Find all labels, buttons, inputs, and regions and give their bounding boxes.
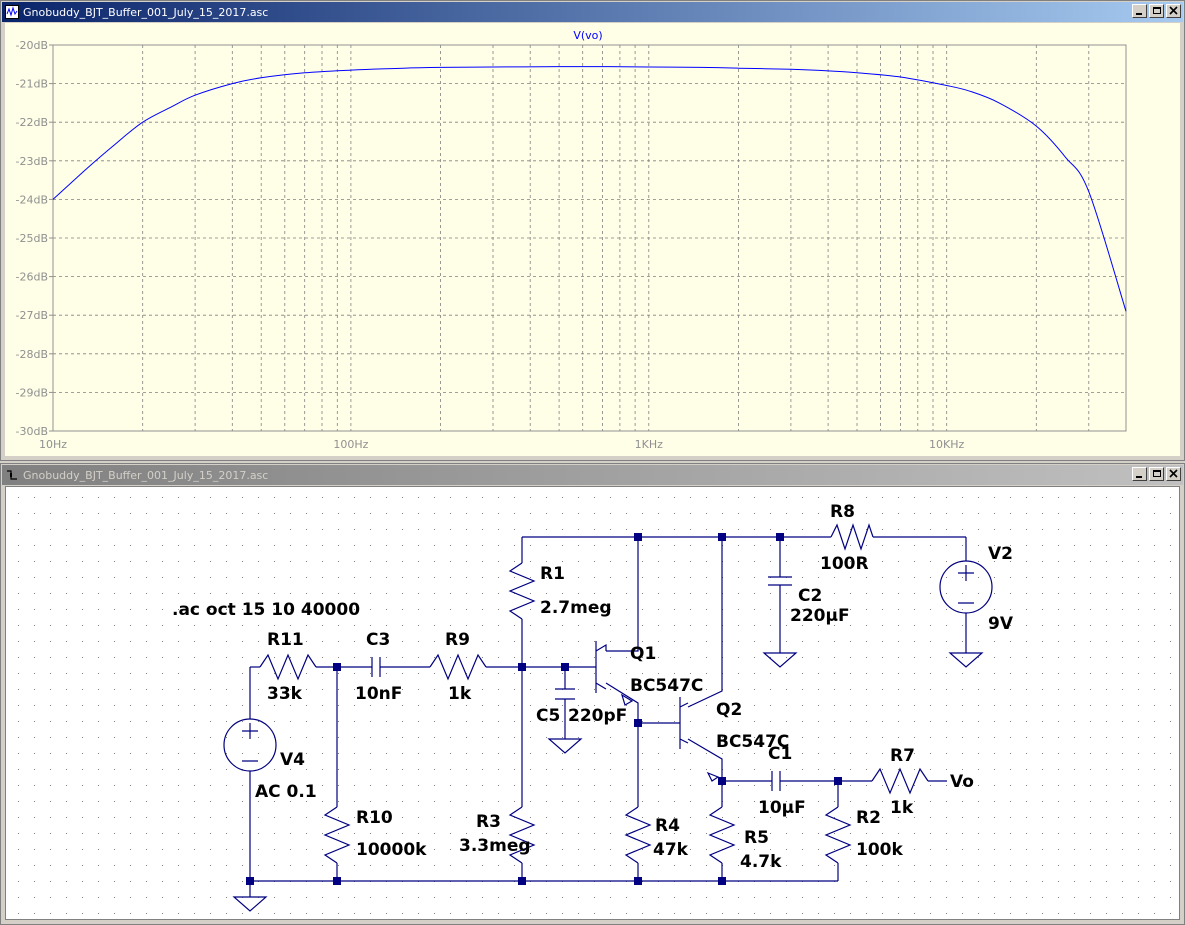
schematic-canvas[interactable]: .ac oct 15 10 40000 R11 33k C3 10nF R9 1… [5, 486, 1181, 921]
label-c5-name[interactable]: C5 [536, 706, 560, 726]
label-v4-name[interactable]: V4 [280, 750, 305, 770]
plot-window-titlebar[interactable]: Gnobuddy_BJT_Buffer_001_July_15_2017.asc [2, 2, 1183, 22]
label-v4-value[interactable]: AC 0.1 [255, 782, 317, 802]
label-r2-value[interactable]: 100k [856, 840, 903, 860]
label-r5-value[interactable]: 4.7k [740, 852, 782, 872]
x-tick-label: 10Hz [39, 438, 67, 451]
y-axis-ticks: -20dB -21dB -22dB -23dB -24dB -25dB -26dB -27dB… [16, 39, 53, 438]
y-tick-label: -25dB [16, 232, 49, 245]
y-tick-label: -26dB [16, 271, 49, 284]
schematic-window-titlebar[interactable]: Gnobuddy_BJT_Buffer_001_July_15_2017.asc [2, 465, 1183, 485]
label-c5-value[interactable]: 220pF [568, 706, 627, 726]
x-tick-label: 10KHz [929, 438, 964, 451]
label-r1-value[interactable]: 2.7meg [540, 598, 612, 618]
label-r11-name[interactable]: R11 [267, 630, 304, 650]
y-tick-label: -21dB [16, 78, 49, 91]
plot-grid [53, 45, 1126, 431]
restore-button[interactable] [1149, 4, 1164, 18]
label-r4-name[interactable]: R4 [655, 816, 680, 836]
label-r8-name[interactable]: R8 [830, 502, 855, 522]
junction-dot [834, 777, 842, 785]
label-r10-name[interactable]: R10 [356, 808, 393, 828]
trace-vo[interactable] [52, 66, 1127, 312]
junction-dot [634, 877, 642, 885]
label-c2-name[interactable]: C2 [798, 586, 822, 606]
minimize-button[interactable] [1132, 4, 1147, 18]
close-button[interactable] [1166, 4, 1181, 18]
junction-dot [718, 533, 726, 541]
x-tick-label: 1KHz [635, 438, 663, 451]
label-v2-value[interactable]: 9V [988, 614, 1014, 634]
label-r2-name[interactable]: R2 [856, 808, 881, 828]
close-button[interactable] [1166, 467, 1181, 481]
plot-window-title: Gnobuddy_BJT_Buffer_001_July_15_2017.asc [23, 5, 269, 19]
y-tick-label: -20dB [16, 39, 49, 52]
spice-directive[interactable]: .ac oct 15 10 40000 [172, 600, 360, 620]
junction-dot [718, 777, 726, 785]
label-c2-value[interactable]: 220µF [790, 606, 850, 626]
x-axis-ticks: 10Hz 100Hz 1KHz 10KHz [39, 438, 965, 451]
label-r7-name[interactable]: R7 [890, 746, 915, 766]
y-tick-label: -28dB [16, 348, 49, 361]
label-r8-value[interactable]: 100R [820, 554, 869, 574]
label-r7-value[interactable]: 1k [890, 798, 914, 818]
restore-button[interactable] [1149, 467, 1164, 481]
y-tick-label: -27dB [16, 309, 49, 322]
minimize-button[interactable] [1132, 467, 1147, 481]
plot-window: Gnobuddy_BJT_Buffer_001_July_15_2017.asc… [0, 0, 1185, 461]
schematic-window: Gnobuddy_BJT_Buffer_001_July_15_2017.asc [0, 463, 1185, 925]
junction-dot [718, 877, 726, 885]
junction-dot [561, 663, 569, 671]
y-tick-label: -29dB [16, 386, 49, 399]
label-q1-value[interactable]: BC547C [630, 676, 703, 696]
label-c3-value[interactable]: 10nF [355, 684, 402, 704]
label-r3-value[interactable]: 3.3meg [459, 836, 531, 856]
schematic-window-title: Gnobuddy_BJT_Buffer_001_July_15_2017.asc [23, 468, 269, 482]
junction-dot [333, 663, 341, 671]
junction-dot [634, 719, 642, 727]
bode-plot[interactable]: -20dB -21dB -22dB -23dB -24dB -25dB -26dB -27dB… [5, 23, 1182, 458]
label-r1-name[interactable]: R1 [540, 564, 565, 584]
junction-dot [518, 877, 526, 885]
label-v2-name[interactable]: V2 [988, 544, 1013, 564]
waveform-window-icon [5, 5, 19, 19]
junction-dot [518, 663, 526, 671]
y-tick-label: -22dB [16, 116, 49, 129]
label-c3-name[interactable]: C3 [366, 630, 390, 650]
label-r10-value[interactable]: 10000k [356, 840, 427, 860]
label-r11-value[interactable]: 33k [267, 684, 303, 704]
y-tick-label: -24dB [16, 193, 49, 206]
junction-dot [634, 533, 642, 541]
y-tick-label: -23dB [16, 155, 49, 168]
label-q2-name[interactable]: Q2 [716, 700, 742, 720]
net-label-vo[interactable]: Vo [950, 772, 974, 792]
label-r3-name[interactable]: R3 [476, 812, 501, 832]
y-tick-label: -30dB [16, 425, 49, 438]
label-r5-name[interactable]: R5 [744, 828, 769, 848]
label-c1-name[interactable]: C1 [768, 744, 792, 764]
label-r9-name[interactable]: R9 [445, 630, 470, 650]
junction-dot [246, 877, 254, 885]
junction-dot [333, 877, 341, 885]
plot-area[interactable]: -20dB -21dB -22dB -23dB -24dB -25dB -26dB -27dB… [5, 23, 1180, 456]
label-r9-value[interactable]: 1k [448, 684, 472, 704]
junction-dot [776, 533, 784, 541]
schematic-window-icon [7, 470, 17, 480]
label-c1-value[interactable]: 10µF [758, 798, 806, 818]
label-q1-name[interactable]: Q1 [630, 644, 656, 664]
trace-label: V(vo) [573, 29, 602, 42]
label-r4-value[interactable]: 47k [653, 840, 689, 860]
x-tick-label: 100Hz [333, 438, 368, 451]
